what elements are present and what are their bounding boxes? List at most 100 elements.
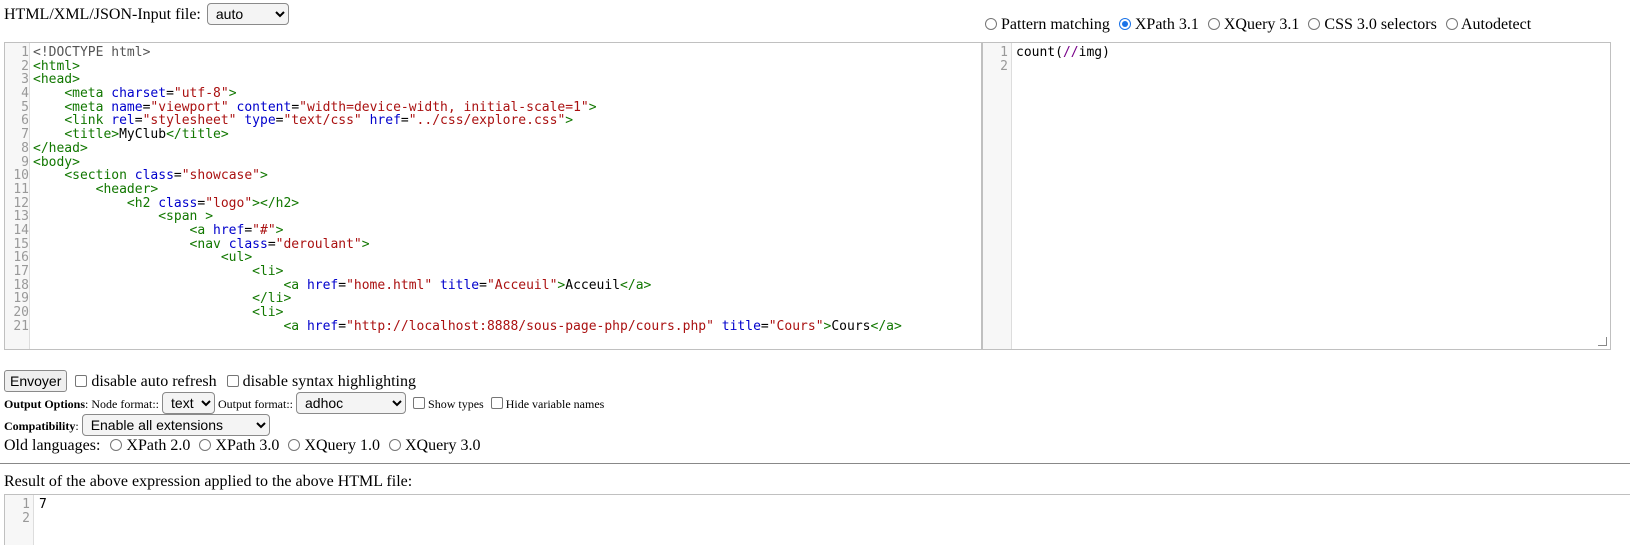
code-line: <meta charset="utf-8"> <box>64 86 237 102</box>
output-options-label: Output Options <box>4 397 86 411</box>
show-types-label: Show types <box>428 397 484 411</box>
radio-autodetect[interactable]: Autodetect <box>1445 16 1531 33</box>
radio-xpath31[interactable]: XPath 3.1 <box>1118 16 1199 33</box>
html-editor-gutter: 1 2 3 4 5 6 7 8 9 10 11 12 13 14 15 16 1… <box>5 43 30 349</box>
output-options-row: Output Options: Node format:: text Outpu… <box>4 392 604 414</box>
line-number: 2 <box>22 510 30 526</box>
node-format-label: : Node format:: <box>85 397 160 411</box>
result-gutter: 1 2 <box>5 495 34 545</box>
radio-css3-label: CSS 3.0 selectors <box>1324 16 1437 33</box>
line-number: 20 <box>13 305 29 321</box>
radio-css3[interactable]: CSS 3.0 selectors <box>1308 16 1437 33</box>
line-number: 18 <box>13 277 29 293</box>
line-number: 12 <box>13 195 29 211</box>
line-number: 2 <box>1000 58 1008 74</box>
code-line: <li> <box>252 305 284 321</box>
query-editor-gutter: 1 2 <box>983 43 1012 349</box>
result-title: Result of the above expression applied t… <box>4 473 413 490</box>
submit-button[interactable]: Envoyer <box>4 370 68 392</box>
line-number: 6 <box>21 113 29 129</box>
radio-xpath30[interactable]: XPath 3.0 <box>199 437 279 454</box>
resize-handle-icon[interactable] <box>1598 337 1607 346</box>
line-number: 17 <box>13 264 29 279</box>
query-code: count(//img) <box>1016 43 1110 60</box>
section-divider <box>0 463 1630 464</box>
radio-xpath31-label: XPath 3.1 <box>1134 16 1199 33</box>
code-line: <body> <box>33 154 80 170</box>
submit-row: Envoyer disable auto refresh disable syn… <box>4 370 416 392</box>
line-number: 10 <box>13 168 29 184</box>
compatibility-separator: : <box>75 419 79 433</box>
radio-pattern-matching[interactable]: Pattern matching <box>985 16 1110 33</box>
node-format-select[interactable]: text <box>162 392 216 414</box>
radio-xpath30-icon[interactable] <box>199 439 212 451</box>
html-input-editor[interactable]: 1 2 3 4 5 6 7 8 9 10 11 12 13 14 15 16 1… <box>4 42 982 350</box>
radio-xquery30[interactable]: XQuery 3.0 <box>388 437 481 454</box>
radio-css3-icon[interactable] <box>1308 18 1321 30</box>
hide-variable-names-checkbox[interactable] <box>490 397 503 409</box>
code-line: <a href="http://localhost:8888/sous-page… <box>283 318 902 334</box>
query-close: ) <box>1102 45 1110 60</box>
line-number: 7 <box>21 127 29 143</box>
compatibility-label: Compatibility <box>4 419 76 433</box>
radio-xquery31-icon[interactable] <box>1207 18 1220 30</box>
code-line: </head> <box>33 140 88 156</box>
code-line: </li> <box>252 291 292 307</box>
disable-syntax-highlighting-label: disable syntax highlighting <box>242 373 416 390</box>
old-languages-label: Old languages: <box>4 437 101 454</box>
query-mode-group: Pattern matching XPath 3.1 XQuery 3.1 CS… <box>985 16 1531 34</box>
disable-auto-refresh-label: disable auto refresh <box>91 373 217 390</box>
result-value: 7 <box>39 497 47 512</box>
result-editor[interactable]: 1 2 7 <box>4 494 1630 545</box>
line-number: 1 <box>1000 45 1008 60</box>
radio-xquery10-label: XQuery 1.0 <box>304 437 380 454</box>
compatibility-row: Compatibility: Enable all extensions <box>4 414 270 436</box>
code-line: <a href="home.html" title="Acceuil">Acce… <box>283 277 652 293</box>
disable-syntax-highlighting-checkbox[interactable] <box>226 375 239 387</box>
output-format-select[interactable]: adhoc <box>296 392 407 414</box>
radio-xquery10-icon[interactable] <box>288 439 301 451</box>
radio-xpath30-label: XPath 3.0 <box>215 437 280 454</box>
line-number: 16 <box>13 250 29 266</box>
code-line: <header> <box>95 181 159 197</box>
html-code-lines: <!DOCTYPE html> <html> <head> <meta charse… <box>33 43 902 333</box>
radio-xpath20[interactable]: XPath 2.0 <box>110 437 190 454</box>
radio-xquery31[interactable]: XQuery 3.1 <box>1207 16 1299 33</box>
radio-xpath20-label: XPath 2.0 <box>126 437 191 454</box>
radio-xquery30-icon[interactable] <box>388 439 401 451</box>
line-number: 5 <box>21 99 29 115</box>
code-line: <!DOCTYPE html> <box>33 45 151 60</box>
code-line: <html> <box>33 58 80 74</box>
line-number: 9 <box>21 154 29 170</box>
code-line: <a href="#"> <box>189 222 284 238</box>
input-file-label: HTML/XML/JSON-Input file: <box>4 6 201 23</box>
query-editor[interactable]: 1 2 count(//img) <box>982 42 1611 350</box>
radio-autodetect-icon[interactable] <box>1445 18 1458 30</box>
input-file-row: HTML/XML/JSON-Input file: auto <box>4 3 289 25</box>
code-line: <h2 class="logo"></h2> <box>126 195 300 211</box>
radio-xpath31-icon[interactable] <box>1118 18 1131 30</box>
show-types-checkbox[interactable] <box>413 397 426 409</box>
compatibility-select[interactable]: Enable all extensions <box>81 414 270 436</box>
line-number: 8 <box>21 140 29 156</box>
result-code: 7 <box>39 495 47 512</box>
line-number: 1 <box>22 497 30 512</box>
radio-xquery10[interactable]: XQuery 1.0 <box>288 437 380 454</box>
code-line: <section class="showcase"> <box>64 168 268 184</box>
radio-pattern-matching-icon[interactable] <box>985 18 997 30</box>
code-line: <head> <box>33 72 80 88</box>
input-file-select[interactable]: auto <box>206 3 289 25</box>
code-line: <link rel="stylesheet" type="text/css" h… <box>64 113 574 129</box>
line-number: 21 <box>13 318 29 334</box>
line-number: 19 <box>13 291 29 307</box>
output-format-label: Output format:: <box>218 397 294 411</box>
line-number: 1 <box>21 45 29 60</box>
radio-pattern-matching-label: Pattern matching <box>1001 16 1110 33</box>
radio-xpath20-icon[interactable] <box>110 439 123 451</box>
line-number: 14 <box>13 222 29 238</box>
line-number: 11 <box>13 181 29 197</box>
code-line: <meta name="viewport" content="width=dev… <box>64 99 597 115</box>
line-number: 3 <box>21 72 29 88</box>
disable-auto-refresh-checkbox[interactable] <box>75 375 88 387</box>
query-axis: // <box>1062 45 1079 60</box>
